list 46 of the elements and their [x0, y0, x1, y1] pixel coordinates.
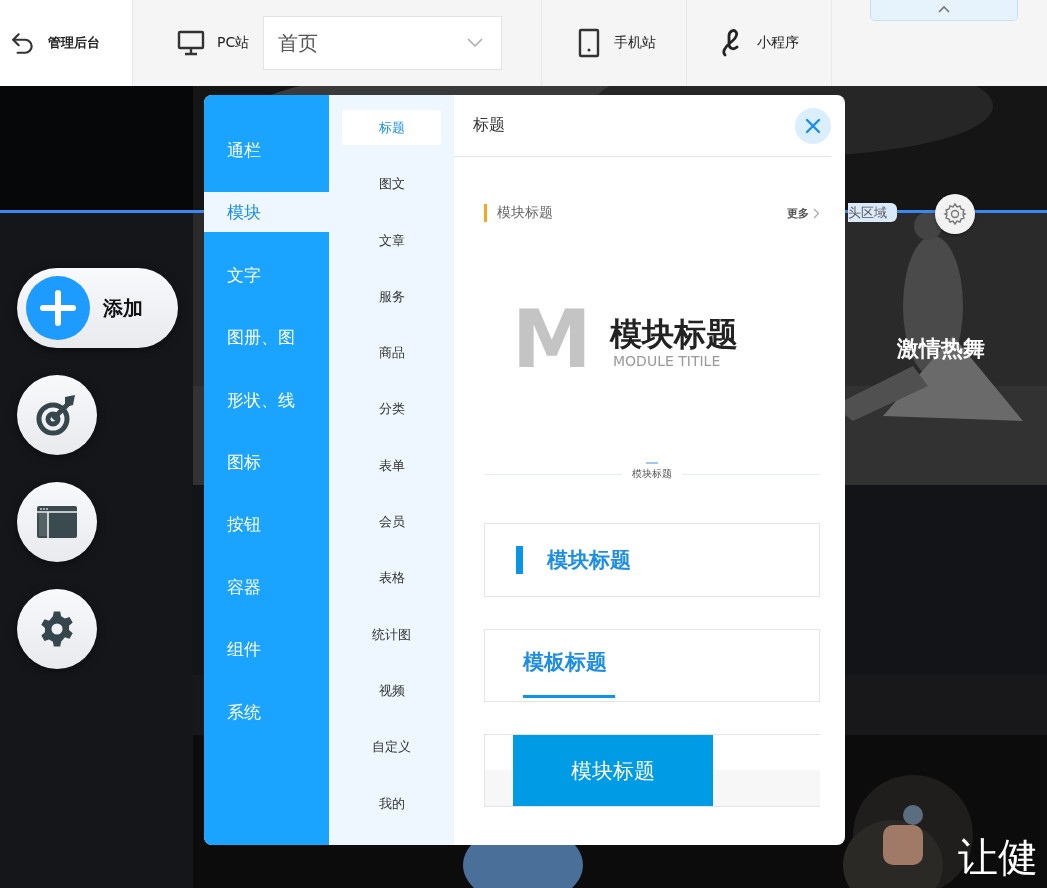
- preview-title: 模块标题: [632, 466, 672, 481]
- watermark-letter: M: [512, 300, 592, 380]
- back-icon: [10, 30, 36, 56]
- panel-title: 标题: [473, 115, 505, 136]
- plus-icon: [26, 276, 90, 340]
- subcategory-item[interactable]: 服务: [342, 278, 441, 314]
- preview-subtitle: MODULE TITILE: [613, 353, 722, 369]
- preview-title: 模块标题: [513, 735, 713, 806]
- subcategory-item[interactable]: 统计图: [342, 616, 441, 652]
- subcategory-item[interactable]: 自定义: [342, 729, 441, 765]
- subcategory-item[interactable]: 会员: [342, 504, 441, 540]
- subcategory-item[interactable]: 视频: [342, 672, 441, 708]
- preview-title: 模块标题: [497, 204, 554, 222]
- close-icon: [805, 117, 821, 134]
- settings-icon: [38, 610, 76, 648]
- mini-program-tab[interactable]: 小程序: [757, 34, 799, 52]
- caret-up-icon: [937, 5, 951, 14]
- subcategory-item[interactable]: 商品: [342, 335, 441, 371]
- preview-title: 模块标题: [610, 315, 738, 353]
- subcategory-item[interactable]: 文章: [342, 222, 441, 258]
- accent-bar: [516, 546, 523, 574]
- page-select[interactable]: 首页: [263, 16, 503, 70]
- pc-site-tab[interactable]: PC站: [217, 34, 250, 52]
- monitor-icon: [177, 30, 205, 56]
- subcategory-item[interactable]: 表单: [342, 447, 441, 483]
- settings-icon: [943, 202, 967, 226]
- subcategory-item[interactable]: 表格: [342, 560, 441, 596]
- chevron-down-icon: [467, 38, 484, 48]
- accent-bar: [484, 204, 487, 222]
- subcategory-item[interactable]: 我的: [342, 785, 441, 821]
- region-label: 头区域: [848, 203, 897, 222]
- preview-title: 模块标题: [547, 547, 631, 574]
- phone-icon: [578, 28, 600, 58]
- window-layout-icon: [37, 506, 77, 538]
- banner-title: 激情热舞: [897, 335, 985, 363]
- preview-title: 模板标题: [523, 630, 615, 698]
- subcategory-item[interactable]: 标题: [342, 110, 441, 145]
- close-button[interactable]: [795, 107, 831, 144]
- add-button[interactable]: 添加: [17, 268, 178, 348]
- subcategory-item[interactable]: 图文: [342, 166, 441, 202]
- accent-bar: [646, 461, 658, 464]
- subcategory-item[interactable]: 分类: [342, 391, 441, 427]
- chevron-right-icon: [813, 207, 820, 219]
- back-link[interactable]: 管理后台: [48, 34, 100, 52]
- mobile-site-tab[interactable]: 手机站: [614, 34, 656, 52]
- banner-title: 让健: [958, 833, 1038, 882]
